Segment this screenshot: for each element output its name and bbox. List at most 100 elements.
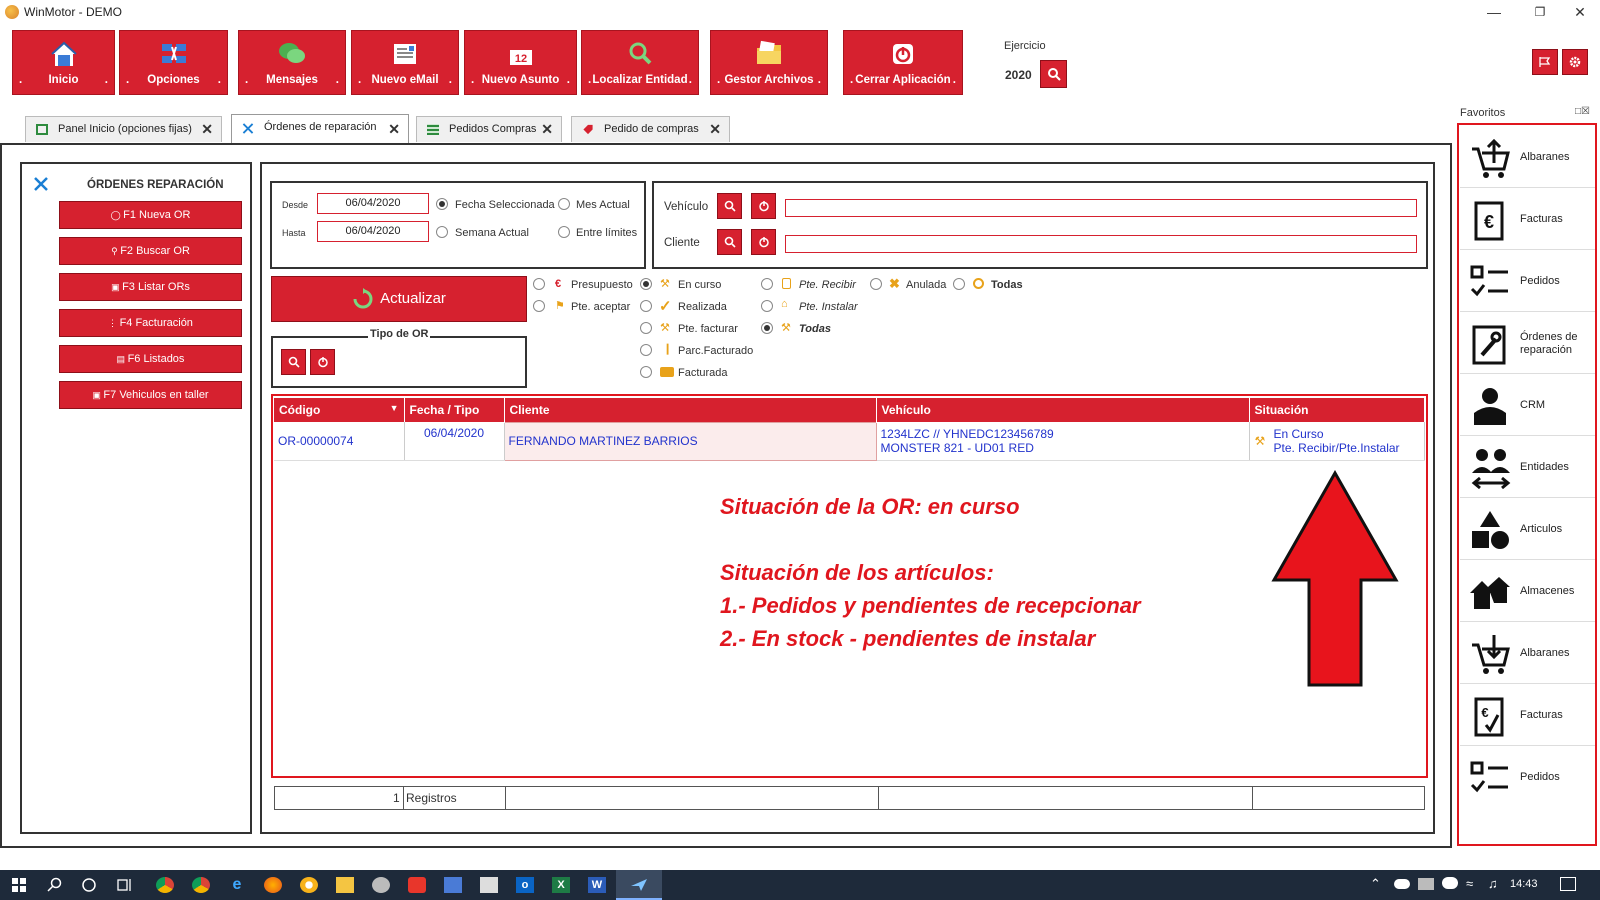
- col-vehiculo[interactable]: Vehículo: [876, 398, 1250, 422]
- fav-ordenes-reparacion[interactable]: Órdenes de reparación: [1460, 313, 1595, 374]
- close-tab-icon[interactable]: ✕: [709, 117, 721, 141]
- clock-time[interactable]: 14:43: [1510, 878, 1538, 890]
- radio-todas-articulos[interactable]: [761, 322, 773, 337]
- radio-pte-instalar[interactable]: [761, 300, 773, 315]
- search-icon[interactable]: [46, 877, 64, 893]
- chrome-icon[interactable]: [192, 877, 210, 893]
- vehiculo-input[interactable]: [785, 199, 1417, 217]
- radio-pte-facturar[interactable]: [640, 322, 652, 337]
- mensajes-button[interactable]: Mensajes: [238, 30, 346, 95]
- tab-panel-inicio[interactable]: Panel Inicio (opciones fijas) ✕: [25, 116, 222, 142]
- gestor-archivos-button[interactable]: Gestor Archivos: [710, 30, 828, 95]
- vehiculo-search-button[interactable]: [717, 193, 742, 219]
- cloud-icon[interactable]: [1442, 877, 1458, 889]
- flag-button[interactable]: [1532, 49, 1558, 75]
- opciones-button[interactable]: Opciones: [119, 30, 228, 95]
- col-cliente[interactable]: Cliente: [504, 398, 877, 422]
- edge-icon[interactable]: e: [228, 877, 246, 893]
- buscar-or-button[interactable]: ⚲ F2 Buscar OR: [59, 237, 242, 265]
- fav-pedidos-2[interactable]: Pedidos: [1460, 747, 1595, 808]
- tab-ordenes-reparacion[interactable]: Órdenes de reparación ✕: [231, 114, 409, 144]
- fav-pedidos[interactable]: Pedidos: [1460, 251, 1595, 312]
- file-explorer-icon[interactable]: [336, 877, 354, 893]
- vehiculo-clear-button[interactable]: [751, 193, 776, 219]
- col-situacion[interactable]: Situación: [1249, 398, 1425, 422]
- onedrive-icon[interactable]: [1394, 879, 1410, 889]
- close-tab-icon[interactable]: ✕: [201, 117, 213, 141]
- cortana-icon[interactable]: [80, 877, 98, 893]
- actualizar-button[interactable]: Actualizar: [271, 276, 527, 322]
- tipo-or-search-button[interactable]: [281, 349, 306, 375]
- close-window-button[interactable]: ✕: [1560, 2, 1600, 22]
- inicio-button[interactable]: Inicio: [12, 30, 115, 95]
- maximize-button[interactable]: ❐: [1520, 2, 1560, 22]
- cliente-search-button[interactable]: [717, 229, 742, 255]
- euro-icon: €: [555, 278, 562, 290]
- fav-articulos[interactable]: Articulos: [1460, 499, 1595, 560]
- tab-pedidos-compras[interactable]: Pedidos Compras ✕: [416, 116, 562, 142]
- col-codigo[interactable]: Código ▼: [274, 398, 405, 422]
- close-tab-icon[interactable]: ✕: [541, 117, 553, 141]
- settings-button[interactable]: [1562, 49, 1588, 75]
- ejercicio-search-button[interactable]: [1040, 60, 1067, 88]
- remote-icon[interactable]: [444, 877, 462, 893]
- radio-pte-recibir[interactable]: [761, 278, 773, 293]
- network-icon[interactable]: [1418, 878, 1434, 890]
- radio-todas-estado[interactable]: [953, 278, 965, 293]
- outlook-icon[interactable]: o: [516, 877, 534, 893]
- radio-pte-aceptar[interactable]: [533, 300, 545, 315]
- facturacion-button[interactable]: ⋮ F4 Facturación: [59, 309, 242, 337]
- radio-mes-actual[interactable]: [558, 198, 570, 213]
- chrome-icon[interactable]: [156, 877, 174, 893]
- fav-almacenes[interactable]: Almacenes: [1460, 561, 1595, 622]
- notifications-icon[interactable]: [1560, 877, 1576, 891]
- radio-fecha-seleccionada[interactable]: [436, 198, 448, 213]
- radio-semana-actual[interactable]: [436, 226, 448, 241]
- excel-icon[interactable]: X: [552, 877, 570, 893]
- anydesk-icon[interactable]: [408, 877, 426, 893]
- chevron-up-icon[interactable]: ⌃: [1370, 876, 1381, 892]
- radio-realizada[interactable]: [640, 300, 652, 315]
- radio-entre-limites[interactable]: [558, 226, 570, 241]
- fav-albaranes-2[interactable]: Albaranes: [1460, 623, 1595, 684]
- close-tab-icon[interactable]: ✕: [388, 117, 400, 141]
- tipo-or-clear-button[interactable]: [310, 349, 335, 375]
- radio-presupuesto[interactable]: [533, 278, 545, 293]
- minimize-button[interactable]: —: [1474, 2, 1514, 22]
- vehiculos-taller-button[interactable]: ▣ F7 Vehiculos en taller: [59, 381, 242, 409]
- listar-ors-button[interactable]: ▣ F3 Listar ORs: [59, 273, 242, 301]
- pin-panel-icon[interactable]: □☒: [1575, 106, 1590, 117]
- tab-pedido-de-compras[interactable]: Pedido de compras ✕: [571, 116, 730, 142]
- wifi-icon[interactable]: ≈: [1466, 876, 1473, 891]
- desde-input[interactable]: 06/04/2020: [317, 193, 429, 214]
- fav-albaranes[interactable]: Albaranes: [1460, 127, 1595, 188]
- active-app-taskbar-button[interactable]: [616, 870, 662, 900]
- radio-parc-facturado[interactable]: [640, 344, 652, 359]
- cerrar-aplicacion-button[interactable]: Cerrar Aplicación: [843, 30, 963, 95]
- cliente-clear-button[interactable]: [751, 229, 776, 255]
- winmotor-taskbar-icon[interactable]: [372, 877, 390, 893]
- localizar-entidad-button[interactable]: Localizar Entidad: [581, 30, 699, 95]
- col-fecha[interactable]: Fecha / Tipo: [404, 398, 505, 422]
- fav-facturas[interactable]: € Facturas: [1460, 189, 1595, 250]
- app-icon[interactable]: [300, 877, 318, 893]
- fav-crm[interactable]: CRM: [1460, 375, 1595, 436]
- radio-en-curso[interactable]: [640, 278, 652, 293]
- windows-start-icon[interactable]: [10, 877, 28, 893]
- radio-facturada[interactable]: [640, 366, 652, 381]
- listados-button[interactable]: ▤ F6 Listados: [59, 345, 242, 373]
- nueva-or-button[interactable]: ◯ F1 Nueva OR: [59, 201, 242, 229]
- calculator-icon[interactable]: [480, 877, 498, 893]
- fav-facturas-2[interactable]: € Facturas: [1460, 685, 1595, 746]
- cliente-input[interactable]: [785, 235, 1417, 253]
- nuevo-email-button[interactable]: Nuevo eMail: [351, 30, 459, 95]
- word-icon[interactable]: W: [588, 877, 606, 893]
- nuevo-asunto-button[interactable]: 12 Nuevo Asunto: [464, 30, 577, 95]
- radio-anulada[interactable]: [870, 278, 882, 293]
- table-row[interactable]: OR-00000074 06/04/2020 FERNANDO MARTINEZ…: [274, 421, 1425, 461]
- fav-entidades[interactable]: Entidades: [1460, 437, 1595, 498]
- task-view-icon[interactable]: [116, 877, 134, 893]
- firefox-icon[interactable]: [264, 877, 282, 893]
- hasta-input[interactable]: 06/04/2020: [317, 221, 429, 242]
- volume-icon[interactable]: ♫: [1488, 876, 1498, 891]
